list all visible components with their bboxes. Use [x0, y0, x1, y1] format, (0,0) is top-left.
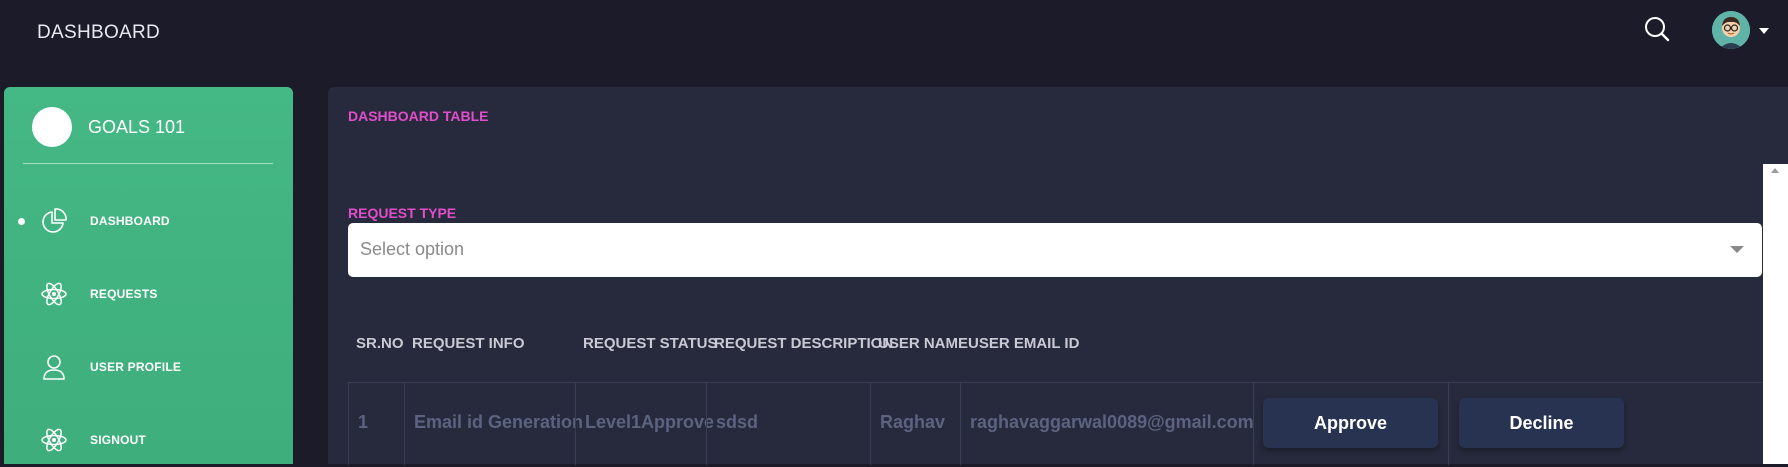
cell-decline: Decline: [1448, 383, 1762, 465]
user-icon: [43, 355, 65, 380]
table-header: SR.NO REQUEST INFO REQUEST STATUS REQUES…: [348, 335, 1762, 365]
select-placeholder: Select option: [360, 239, 465, 259]
sidebar-item-dashboard[interactable]: DASHBOARD: [4, 194, 293, 248]
cell-text: Level1Approve: [585, 412, 715, 432]
brand-name: GOALS 101: [88, 117, 186, 137]
request-type-select[interactable]: Select option: [348, 223, 1762, 277]
vertical-scrollbar[interactable]: [1763, 164, 1788, 464]
cell-approve: Approve: [1253, 383, 1448, 465]
sidebar-item-signout[interactable]: SIGNOUT: [4, 413, 293, 467]
atom-icon: [41, 428, 67, 452]
atom-icon: [41, 282, 67, 306]
cell-text: Raghav: [880, 412, 946, 432]
chevron-down-icon: [1730, 246, 1744, 253]
panel-title: DASHBOARD TABLE: [348, 108, 489, 124]
page-title: DASHBOARD: [37, 22, 161, 43]
cell-text: raghavaggarwal0089@gmail.com: [970, 412, 1254, 432]
cell-text: 1: [358, 412, 369, 432]
decline-button[interactable]: Decline: [1459, 398, 1624, 448]
table-row: 1 Email id Generation Level1Approve sdsd…: [348, 382, 1762, 465]
scroll-up-icon[interactable]: [1771, 168, 1779, 173]
cell-text: sdsd: [716, 412, 759, 432]
cell-text: Email id Generation: [414, 412, 584, 432]
cell-request-status: Level1Approve: [575, 383, 714, 465]
sidebar-divider: [23, 163, 273, 164]
sidebar-item-requests[interactable]: REQUESTS: [4, 267, 293, 321]
column-header-request-status: REQUEST STATUS: [583, 335, 718, 352]
column-header-request-description: REQUEST DESCRIPTION: [714, 335, 894, 352]
column-header-request-info: REQUEST INFO: [412, 335, 525, 352]
main-panel: DASHBOARD TABLE REQUEST TYPE Select opti…: [328, 87, 1788, 465]
sidebar-item-user-profile[interactable]: USER PROFILE: [4, 340, 293, 394]
active-indicator: [18, 218, 25, 225]
column-header-sr-no: SR.NO: [356, 335, 404, 352]
sidebar-item-label: SIGNOUT: [90, 433, 147, 447]
column-header-user-email: USER EMAIL ID: [968, 335, 1080, 352]
brand-logo: [32, 107, 72, 147]
pie-chart-icon: [42, 208, 67, 233]
sidebar-item-label: DASHBOARD: [90, 214, 170, 228]
cell-sr-no: 1: [348, 383, 404, 465]
column-header-user-name: USER NAME: [878, 335, 969, 352]
sidebar-item-label: USER PROFILE: [90, 360, 182, 374]
chevron-down-icon: [1759, 28, 1769, 34]
sidebar: GOALS 101 DASHBOARD REQUESTS USER PROFIL…: [4, 87, 293, 464]
sidebar-item-label: REQUESTS: [90, 287, 158, 301]
cell-request-info: Email id Generation: [404, 383, 583, 465]
user-avatar-icon: [1712, 11, 1750, 49]
cell-request-description: sdsd: [706, 383, 870, 465]
search-icon: [1645, 17, 1670, 42]
search-button[interactable]: [1642, 14, 1672, 44]
cell-user-email: raghavaggarwal0089@gmail.com: [960, 383, 1254, 465]
user-menu-toggle[interactable]: [1712, 11, 1769, 51]
avatar: [1712, 11, 1750, 49]
approve-button[interactable]: Approve: [1263, 398, 1438, 448]
request-type-label: REQUEST TYPE: [348, 205, 457, 221]
top-navbar: DASHBOARD: [0, 0, 1788, 66]
cell-user-name: Raghav: [870, 383, 960, 465]
